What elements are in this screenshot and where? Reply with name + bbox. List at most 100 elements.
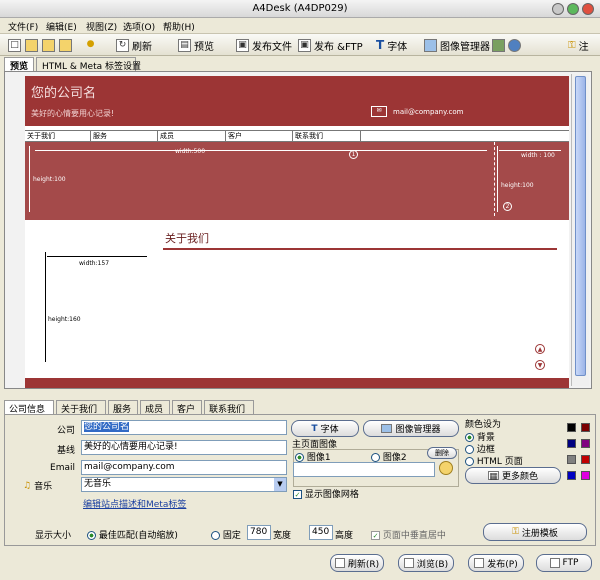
publish-file-toolbar-button[interactable]: ▣ 发布文件	[236, 37, 292, 53]
email-label: Email	[50, 463, 75, 473]
browse-button[interactable]: 浏览(B)	[398, 554, 454, 572]
best-fit-radio[interactable]: 最佳匹配(自动缩放)	[87, 528, 178, 541]
color-html-radio[interactable]: HTML 页面	[465, 454, 523, 467]
preview-toolbar-button[interactable]: ▤ 预览	[178, 37, 214, 53]
img-width-arrow	[47, 256, 147, 257]
img-height-arrow	[45, 252, 46, 362]
preview-nav-item[interactable]: 客户	[226, 131, 293, 141]
company-input[interactable]: 您的公司名	[81, 420, 287, 435]
globe-icon[interactable]	[508, 38, 521, 52]
color-swatch[interactable]	[581, 439, 590, 448]
show-grid-checkbox[interactable]: ✓ 显示图像网格	[293, 487, 359, 500]
minimize-button[interactable]	[552, 3, 564, 15]
publish-button[interactable]: 发布(P)	[468, 554, 524, 572]
scrollbar-thumb[interactable]	[575, 76, 586, 376]
image-path-input[interactable]	[293, 462, 435, 477]
company-info-panel: 公司 您的公司名 基线 美好的心情要用心记录! Email mail@compa…	[4, 414, 596, 546]
move-down-icon[interactable]: ▼	[535, 360, 545, 370]
refresh-toolbar-button[interactable]: ↻ 刷新	[116, 37, 152, 53]
preview-nav-item[interactable]: 成员	[158, 131, 226, 141]
image-manager-toolbar-button[interactable]: 图像管理器	[424, 37, 490, 53]
color-swatch[interactable]	[567, 423, 576, 432]
publish-ftp-toolbar-button[interactable]: ▣ 发布 &FTP	[298, 37, 363, 53]
edit-meta-link[interactable]: 编辑站点描述和Meta标签	[83, 497, 186, 510]
image-manager-icon	[424, 38, 437, 52]
maximize-button[interactable]	[567, 3, 579, 15]
menu-file[interactable]: 文件(F)	[8, 20, 38, 33]
folder-icon[interactable]	[59, 38, 72, 52]
toolbar: □ ● ↻ 刷新 ▤ 预览 ▣ 发布文件 ▣ 发布 &FTP T 字体 图像管理器 ⚿ 注	[0, 34, 600, 56]
font-icon: T	[376, 38, 385, 52]
new-file-icon[interactable]: □	[8, 38, 21, 52]
preview-section-title: 关于我们	[165, 232, 209, 245]
save-folder-icon[interactable]	[42, 38, 55, 52]
preview-scrollbar[interactable]	[571, 74, 589, 386]
open-folder-icon[interactable]	[25, 38, 38, 52]
tab-about[interactable]: 关于我们	[56, 400, 106, 415]
menu-help[interactable]: 帮助(H)	[163, 20, 195, 33]
tab-members[interactable]: 成员	[140, 400, 170, 415]
menu-edit[interactable]: 编辑(E)	[46, 20, 77, 33]
color-swatch[interactable]	[581, 455, 590, 464]
preview-nav-item[interactable]: 联系我们	[293, 131, 361, 141]
close-button[interactable]	[582, 3, 594, 15]
music-select[interactable]: 无音乐 ▼	[81, 477, 287, 492]
color-swatch[interactable]	[581, 471, 590, 480]
music-icon: ♫	[23, 480, 32, 491]
tab-preview[interactable]: 预览	[4, 57, 34, 72]
ftp-button[interactable]: FTP	[536, 554, 592, 572]
color-swatch[interactable]	[581, 423, 590, 432]
tab-company-info[interactable]: 公司信息	[4, 400, 54, 415]
height-input[interactable]: 450	[309, 525, 333, 540]
publish-ftp-icon: ▣	[298, 38, 311, 52]
fixed-radio[interactable]: 固定	[211, 528, 241, 541]
register-toolbar-button[interactable]: ⚿ 注	[568, 37, 589, 53]
window-title-bar: A4Desk (A4DP029)	[0, 0, 600, 18]
side-width-label: width : 100	[521, 152, 555, 159]
preview-icon: ▤	[178, 38, 191, 52]
font-icon: T	[311, 423, 318, 434]
banner-badge-1: 1	[349, 150, 358, 159]
preview-nav-item[interactable]: 关于我们	[25, 131, 91, 141]
preview-pane: 您的公司名 美好的心情要用心记录! ✉ mail@company.com 关于我…	[4, 71, 592, 389]
slogan-label: 基线	[56, 446, 75, 456]
key-icon: ⚿	[512, 527, 519, 537]
chevron-down-icon[interactable]: ▼	[274, 478, 286, 491]
mail-icon: ✉	[371, 106, 387, 117]
refresh-button[interactable]: 刷新(R)	[330, 554, 384, 572]
color-swatch[interactable]	[567, 471, 576, 480]
tab-clients[interactable]: 客户	[172, 400, 202, 415]
display-size-label: 显示大小	[35, 531, 72, 541]
tab-services[interactable]: 服务	[108, 400, 138, 415]
more-colors-button[interactable]: ▦ 更多颜色	[465, 467, 561, 484]
preview-slogan: 美好的心情要用心记录!	[31, 109, 115, 118]
move-up-icon[interactable]: ▲	[535, 344, 545, 354]
tab-html-meta[interactable]: HTML & Meta 标签设置	[36, 57, 141, 72]
register-template-button[interactable]: ⚿ 注册模板	[483, 523, 587, 541]
center-vertical-checkbox[interactable]: ✓ 页面中垂直居中	[371, 528, 446, 541]
img-height-label: height:160	[48, 316, 81, 323]
width-input[interactable]: 780	[247, 525, 271, 540]
publish-icon	[474, 558, 485, 568]
color-swatch[interactable]	[567, 455, 576, 464]
font-button[interactable]: T 字体	[291, 420, 359, 437]
delete-image-button[interactable]: 删除	[427, 447, 457, 459]
width-label: 宽度	[273, 531, 292, 541]
email-input[interactable]: mail@company.com	[81, 460, 287, 475]
menu-options[interactable]: 选项(O)	[123, 20, 155, 33]
palette-icon: ▦	[487, 471, 499, 482]
image-manager-icon	[381, 424, 393, 433]
color-swatch[interactable]	[567, 439, 576, 448]
menu-view[interactable]: 视图(Z)	[86, 20, 117, 33]
image-icon[interactable]	[492, 38, 505, 52]
image-manager-button[interactable]: 图像管理器	[363, 420, 459, 437]
preview-nav: 关于我们 服务 成员 客户 联系我们	[25, 130, 569, 142]
browse-folder-icon[interactable]	[439, 461, 453, 475]
font-toolbar-button[interactable]: T 字体	[376, 37, 407, 53]
slogan-input[interactable]: 美好的心情要用心记录!	[81, 440, 287, 455]
menu-bar: 文件(F) 编辑(E) 视图(Z) 选项(O) 帮助(H)	[0, 18, 600, 34]
lightbulb-icon[interactable]: ●	[84, 39, 97, 52]
tab-contact[interactable]: 联系我们	[204, 400, 254, 415]
preview-nav-item[interactable]: 服务	[91, 131, 158, 141]
browse-icon	[403, 558, 414, 568]
